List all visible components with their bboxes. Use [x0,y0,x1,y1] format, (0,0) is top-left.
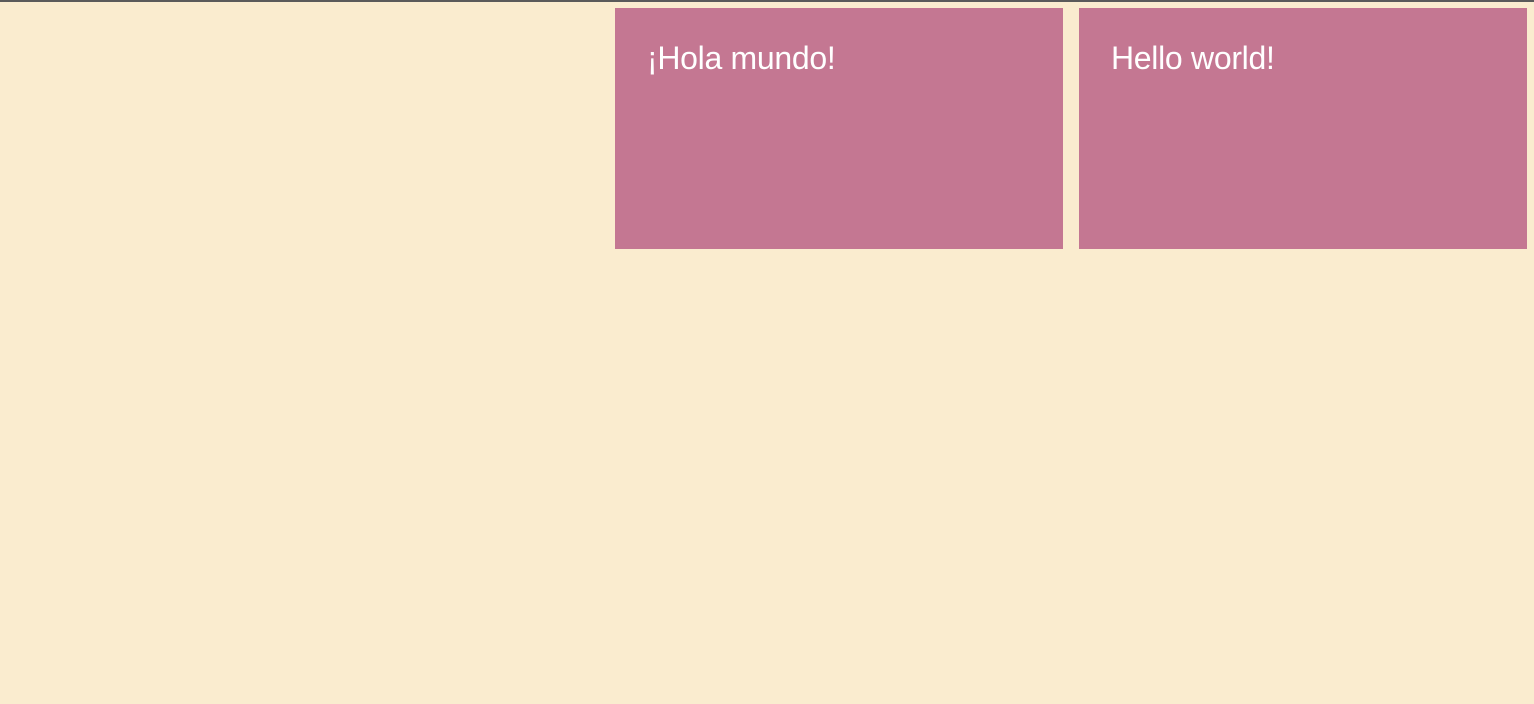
card-hola-mundo: ¡Hola mundo! [615,8,1063,249]
card-text: ¡Hola mundo! [647,40,836,76]
card-hello-world: Hello world! [1079,8,1527,249]
card-text: Hello world! [1111,40,1275,76]
top-border-line [0,0,1534,2]
